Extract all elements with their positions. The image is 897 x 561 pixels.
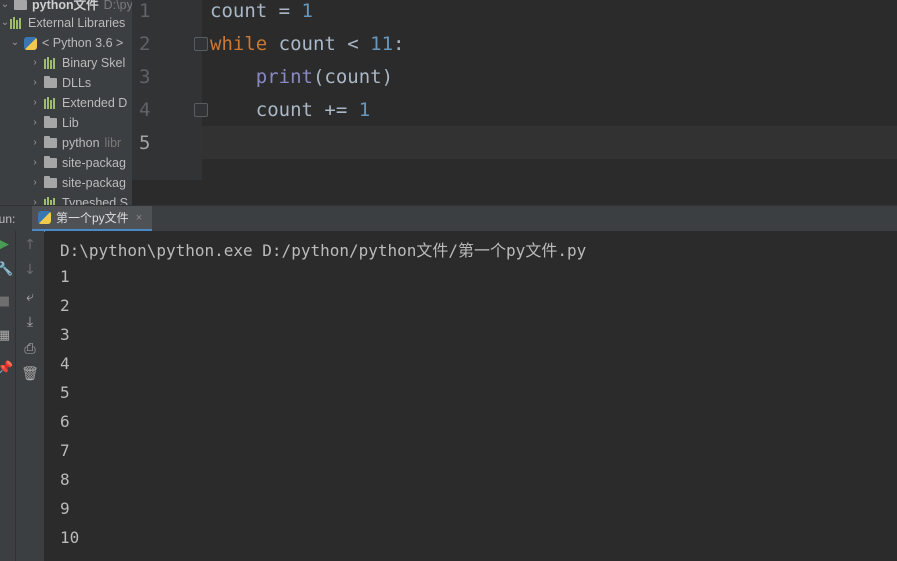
library-icon	[44, 97, 57, 109]
rerun-icon[interactable]: ▶	[0, 237, 11, 252]
tree-item[interactable]: › DLLs	[30, 73, 91, 93]
tree-item[interactable]: › site-packag	[30, 153, 126, 173]
tree-item-label: site-packag	[62, 156, 126, 170]
code-line-4: count += 1	[210, 99, 371, 121]
console-output-line: 2	[60, 296, 70, 315]
fold-marker-icon[interactable]	[194, 37, 208, 51]
layout-icon[interactable]: ▦	[0, 328, 11, 343]
tree-item-label: Binary Skel	[62, 56, 126, 70]
chevron-right-icon[interactable]: ›	[30, 193, 40, 205]
chevron-right-icon[interactable]: ›	[30, 153, 40, 173]
print-icon[interactable]: ⎙	[16, 341, 44, 357]
chevron-down-icon[interactable]: ⌄	[10, 33, 20, 53]
tree-item-label: < Python 3.6 >	[42, 36, 124, 50]
tree-item[interactable]: › python libr	[30, 133, 121, 153]
line-number: 4	[139, 99, 151, 121]
fold-marker-icon[interactable]	[194, 103, 208, 117]
folder-icon	[44, 136, 57, 148]
tree-item-label: python	[62, 136, 100, 150]
tree-item-label: DLLs	[62, 76, 92, 90]
tree-item-label: Extended D	[62, 96, 128, 110]
soft-wrap-icon[interactable]: ⤶	[16, 289, 44, 305]
scroll-to-end-icon[interactable]: ⤓	[16, 314, 44, 330]
tree-item[interactable]: › Extended D	[30, 93, 127, 113]
chevron-right-icon[interactable]: ›	[30, 113, 40, 133]
up-arrow-icon[interactable]: ↑	[16, 237, 44, 253]
folder-icon	[44, 156, 57, 168]
stop-icon[interactable]: ■	[0, 294, 11, 309]
editor-gutter: 1 2 3 4 5	[132, 0, 208, 180]
run-toolwindow-header: Run: 第一个py文件 ×	[0, 205, 897, 232]
tree-item-label: External Libraries	[28, 16, 126, 30]
code-line-2: while count < 11:	[210, 33, 405, 55]
wrench-icon[interactable]: 🔧	[0, 262, 13, 277]
tree-item-label: Lib	[62, 116, 79, 130]
tree-external-libraries[interactable]: ⌄ External Libraries	[0, 13, 125, 33]
run-tab-title: 第一个py文件	[56, 211, 129, 225]
close-icon[interactable]: ×	[136, 212, 142, 224]
tree-item-label: site-packag	[62, 176, 126, 190]
python-icon	[24, 36, 37, 50]
console-command-line: D:\python\python.exe D:/python/python文件/…	[60, 241, 587, 260]
code-editor[interactable]: 1 2 3 4 5 count = 1 while count < 11: pr…	[132, 0, 897, 180]
chevron-right-icon[interactable]: ›	[30, 93, 40, 113]
chevron-right-icon[interactable]: ›	[30, 133, 40, 153]
library-icon	[44, 197, 57, 205]
console-output-line: 5	[60, 383, 70, 402]
tree-item[interactable]: › Binary Skel	[30, 53, 125, 73]
pin-icon[interactable]: 📌	[0, 361, 13, 376]
line-number: 1	[139, 0, 151, 22]
code-line-1: count = 1	[210, 0, 313, 22]
line-number: 5	[139, 132, 151, 154]
run-tab[interactable]: 第一个py文件 ×	[32, 206, 153, 232]
console-output-line: 6	[60, 412, 70, 431]
chevron-right-icon[interactable]: ›	[30, 173, 40, 193]
folder-icon	[14, 0, 27, 10]
line-number: 3	[139, 66, 151, 88]
tree-item[interactable]: › Lib	[30, 113, 79, 133]
run-label: Run:	[0, 212, 16, 226]
chevron-right-icon[interactable]: ›	[30, 53, 40, 73]
console-output-line: 1	[60, 267, 70, 286]
line-number: 2	[139, 33, 151, 55]
tree-item[interactable]: › site-packag	[30, 173, 126, 193]
folder-icon	[44, 76, 57, 88]
console-output-line: 3	[60, 325, 70, 344]
console-toolbar: ↑ ↓ ⤶ ⤓ ⎙ 🗑	[16, 231, 44, 561]
tree-item-suffix: libr	[104, 136, 122, 150]
folder-icon	[44, 116, 57, 128]
tree-item-label: Typeshed S	[62, 196, 129, 205]
console-output-line: 10	[60, 528, 80, 547]
tree-python-sdk[interactable]: ⌄ < Python 3.6 >	[10, 33, 124, 53]
console-output-line: 9	[60, 499, 70, 518]
console-output-line: 7	[60, 441, 70, 460]
console-output-line: 8	[60, 470, 70, 489]
chevron-right-icon[interactable]: ›	[30, 73, 40, 93]
tree-item[interactable]: › Typeshed S	[30, 193, 128, 205]
run-action-strip: ▶ 🔧 ■ ▦ 📌	[0, 231, 16, 561]
library-icon	[44, 57, 57, 69]
library-icon	[10, 17, 23, 29]
trash-icon[interactable]: 🗑	[16, 366, 44, 382]
down-arrow-icon[interactable]: ↓	[16, 262, 44, 278]
python-icon	[38, 211, 51, 224]
editor-bottom-area	[132, 180, 897, 205]
project-tree-panel: ⌄ python文件 D:\py ⌄ External Libraries ⌄ …	[0, 0, 132, 205]
code-line-3: print(count)	[255, 66, 394, 88]
console-output-line: 4	[60, 354, 70, 373]
current-line-highlight	[202, 126, 897, 159]
console-output[interactable]: D:\python\python.exe D:/python/python文件/…	[45, 231, 897, 561]
folder-icon	[44, 176, 57, 188]
chevron-down-icon[interactable]: ⌄	[0, 13, 10, 33]
